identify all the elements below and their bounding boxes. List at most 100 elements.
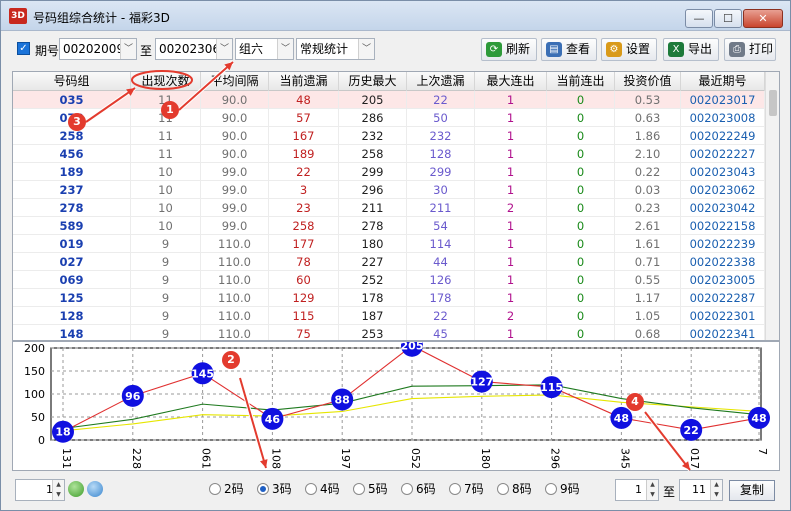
radio-option[interactable]: 6码 (401, 482, 436, 496)
radio-circle-icon[interactable] (257, 483, 269, 495)
column-header[interactable]: 当前连出 (547, 72, 615, 91)
stepper-arrows[interactable]: ▲ ▼ (52, 480, 64, 500)
title-bar: 3D 号码组综合统计 - 福彩3D — ☐ ✕ (1, 1, 790, 31)
table-cell: 10 (131, 181, 201, 199)
table-cell: 286 (339, 109, 407, 127)
table-cell: 148 (13, 325, 131, 340)
table-cell: 299 (339, 163, 407, 181)
column-header[interactable]: 最近期号 (681, 72, 765, 91)
radio-circle-icon[interactable] (449, 483, 461, 495)
view-button[interactable]: ▤ 查看 (541, 38, 597, 61)
export-button[interactable]: X 导出 (663, 38, 719, 61)
table-row[interactable]: 125 9 110.0 129 178 178 1 0 1.17 002022287 (13, 289, 765, 307)
table-row[interactable]: 069 9 110.0 60 252 126 1 0 0.55 002023005 (13, 271, 765, 289)
table-cell: 002022338 (681, 253, 765, 271)
maximize-button[interactable]: ☐ (714, 9, 742, 28)
column-header[interactable]: 平均间隔 (201, 72, 269, 91)
column-header[interactable]: 最大连出 (475, 72, 547, 91)
table-cell: 48 (269, 91, 339, 109)
table-row[interactable]: 258 11 90.0 167 232 232 1 0 1.86 002022249 (13, 127, 765, 145)
stepper-arrows[interactable]: ▲ ▼ (710, 480, 722, 500)
radio-option[interactable]: 5码 (353, 482, 388, 496)
spin-down-icon: ▼ (56, 491, 61, 498)
table-cell: 10 (131, 163, 201, 181)
refresh-label: 刷新 (506, 42, 531, 56)
table-cell: 1 (475, 289, 547, 307)
data-point-label: 22 (684, 424, 699, 437)
table-cell: 110.0 (201, 325, 269, 340)
table-row[interactable]: 456 11 90.0 189 258 128 1 0 2.10 002022227 (13, 145, 765, 163)
table-row[interactable]: 019 9 110.0 177 180 114 1 0 1.61 002022239 (13, 235, 765, 253)
table-cell: 78 (269, 253, 339, 271)
column-header[interactable]: 历史最大 (339, 72, 407, 91)
radio-option[interactable]: 7码 (449, 482, 484, 496)
radio-option[interactable]: 4码 (305, 482, 340, 496)
table-row[interactable]: 278 10 99.0 23 211 211 2 0 0.23 002023042 (13, 199, 765, 217)
column-header[interactable]: 当前遗漏 (269, 72, 339, 91)
column-header[interactable]: 出现次数 (131, 72, 201, 91)
table-row[interactable]: 035 11 90.0 48 205 22 1 0 0.53 002023017 (13, 91, 765, 109)
table-cell: 0 (547, 289, 615, 307)
radio-circle-icon[interactable] (545, 483, 557, 495)
table-cell: 258 (269, 217, 339, 235)
scrollbar-thumb[interactable] (769, 90, 777, 116)
table-cell: 0.55 (615, 271, 681, 289)
vertical-scrollbar[interactable] (765, 72, 779, 340)
column-header[interactable]: 投资价值 (615, 72, 681, 91)
to-period-select[interactable]: 002023065 ﹀ (155, 38, 233, 60)
table-row[interactable]: 0781190.05728650100.63002023008 (13, 109, 765, 127)
radio-label: 5码 (368, 482, 388, 496)
table-row[interactable]: 189 10 99.0 22 299 299 1 0 0.22 002023043 (13, 163, 765, 181)
table-cell: 0 (547, 199, 615, 217)
stepper-arrows[interactable]: ▲ ▼ (646, 480, 658, 500)
radio-option[interactable]: 3码 (257, 482, 292, 496)
table-cell: 90.0 (201, 109, 269, 127)
from-period-select[interactable]: 002020091 ﹀ (59, 38, 137, 60)
page-stepper[interactable]: 1 ▲ ▼ (15, 479, 65, 501)
settings-button[interactable]: ⚙ 设置 (601, 38, 657, 61)
table-row[interactable]: 148 9 110.0 75 253 45 1 0 0.68 002022341 (13, 325, 765, 340)
table-cell: 2 (475, 199, 547, 217)
refresh-icon: ⟳ (486, 42, 502, 57)
table-row[interactable]: 128 9 110.0 115 187 22 2 0 1.05 002022301 (13, 307, 765, 325)
table-cell: 54 (407, 217, 475, 235)
close-button[interactable]: ✕ (743, 9, 783, 28)
group-type-value: 组六 (239, 42, 264, 56)
stat-mode-value: 常规统计 (300, 42, 349, 56)
table-cell: 110.0 (201, 235, 269, 253)
minimize-button[interactable]: — (685, 9, 713, 28)
radio-option[interactable]: 8码 (497, 482, 532, 496)
radio-option[interactable]: 2码 (209, 482, 244, 496)
radio-circle-icon[interactable] (401, 483, 413, 495)
table-cell: 9 (131, 235, 201, 253)
table-cell: 211 (339, 199, 407, 217)
range-from-stepper[interactable]: 1 ▲ ▼ (615, 479, 659, 501)
up-arrow-button[interactable] (87, 481, 103, 497)
period-checkbox[interactable]: ✓ (17, 42, 30, 55)
next-arrow-button[interactable] (68, 481, 84, 497)
stats-table[interactable]: 号码组 出现次数 平均间隔 当前遗漏 历史最大 上次遗漏 最大连出 当前连出 投资价值 最近期号 … (12, 71, 780, 341)
print-button[interactable]: ⎙ 打印 (724, 38, 776, 61)
spin-up-icon: ▲ (650, 481, 655, 488)
radio-circle-icon[interactable] (305, 483, 317, 495)
table-cell: 0.53 (615, 91, 681, 109)
radio-option[interactable]: 9码 (545, 482, 580, 496)
copy-button[interactable]: 复制 (729, 480, 775, 501)
table-cell: 002023005 (681, 271, 765, 289)
radio-circle-icon[interactable] (209, 483, 221, 495)
table-row[interactable]: 589 10 99.0 258 278 54 1 0 2.61 002022158 (13, 217, 765, 235)
refresh-button[interactable]: ⟳ 刷新 (481, 38, 537, 61)
radio-circle-icon[interactable] (497, 483, 509, 495)
range-to-stepper[interactable]: 11 ▲ ▼ (679, 479, 723, 501)
table-row[interactable]: 237 10 99.0 3 296 30 1 0 0.03 002023062 (13, 181, 765, 199)
table-row[interactable]: 027 9 110.0 78 227 44 1 0 0.71 002022338 (13, 253, 765, 271)
group-type-select[interactable]: 组六 ﹀ (235, 38, 294, 60)
radio-circle-icon[interactable] (353, 483, 365, 495)
table-cell: 10 (131, 217, 201, 235)
column-header[interactable]: 上次遗漏 (407, 72, 475, 91)
stat-mode-select[interactable]: 常规统计 ﹀ (296, 38, 375, 60)
table-cell: 99.0 (201, 217, 269, 235)
table-cell: 258 (339, 145, 407, 163)
table-cell: 9 (131, 307, 201, 325)
column-header[interactable]: 号码组 (13, 72, 131, 91)
